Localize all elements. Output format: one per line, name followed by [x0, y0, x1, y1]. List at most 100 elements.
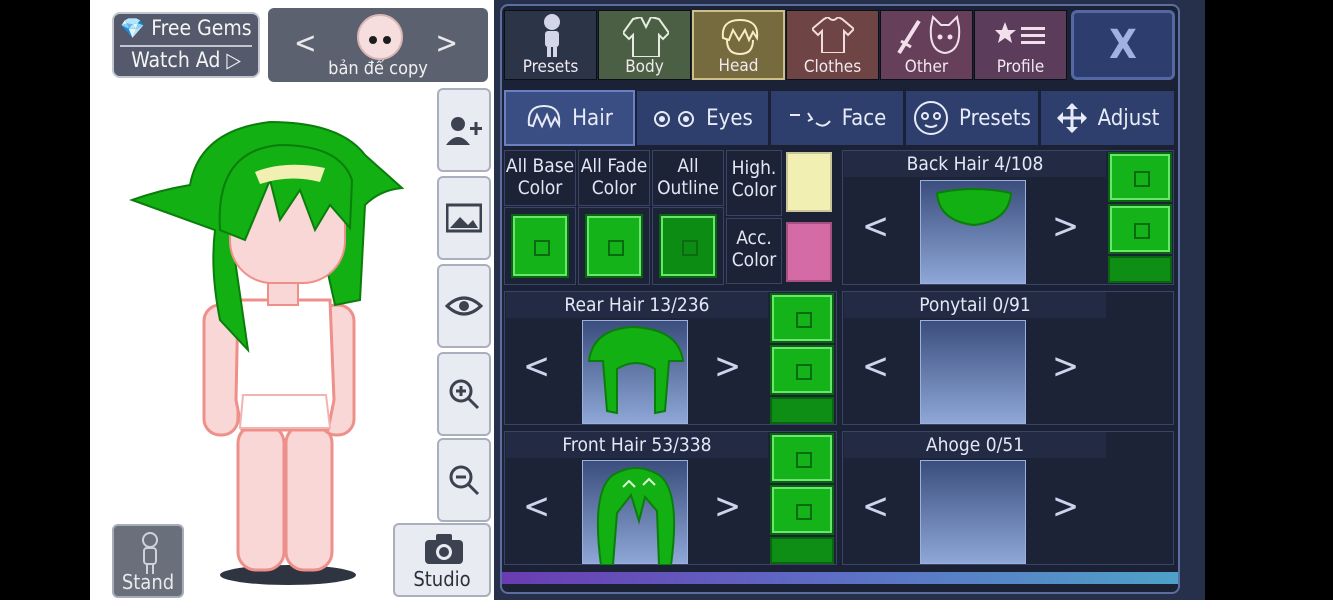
close-button[interactable]: X	[1071, 10, 1175, 80]
subtab-eyes[interactable]: Eyes	[636, 90, 769, 146]
eyes-icon	[654, 111, 695, 127]
tab-label: Presets	[522, 57, 579, 77]
front-hair-color-2[interactable]	[770, 485, 834, 535]
tab-label: Clothes	[803, 57, 862, 77]
camera-icon	[425, 534, 463, 564]
tab-label: Head	[718, 56, 759, 76]
back-hair-color-1[interactable]	[1108, 152, 1172, 202]
back-hair-thumbnail	[935, 188, 1013, 227]
ahoge-next-icon[interactable]: >	[1052, 486, 1079, 527]
ponytail-next-icon[interactable]: >	[1052, 346, 1079, 387]
subtab-label: Eyes	[706, 105, 753, 131]
tab-other[interactable]: Other	[880, 10, 973, 80]
all-fade-color-label: All Fade Color	[578, 150, 650, 206]
back-hair-color-3[interactable]	[1108, 256, 1172, 283]
stand-pose-button[interactable]: Stand	[112, 524, 184, 598]
slot-next-icon[interactable]: >	[435, 26, 458, 61]
all-outline-label: All Outline	[652, 150, 724, 206]
ponytail-title: Ponytail 0/91	[844, 292, 1106, 318]
subtab-label: Adjust	[1097, 105, 1160, 131]
ahoge-preview	[920, 460, 1026, 564]
background-button[interactable]	[437, 176, 491, 260]
add-character-button[interactable]	[437, 88, 491, 172]
zoom-in-icon	[449, 379, 480, 410]
subtab-presets[interactable]: Presets	[905, 90, 1039, 146]
rear-hair-color-2[interactable]	[770, 345, 834, 395]
free-gems-watch-ad-button[interactable]: 💎 Free Gems Watch Ad ▷	[112, 12, 260, 78]
ahoge-prev-icon[interactable]: <	[862, 486, 889, 527]
stand-label: Stand	[121, 570, 175, 594]
tab-presets[interactable]: Presets	[504, 10, 597, 80]
divider	[120, 45, 252, 47]
zoom-in-button[interactable]	[437, 352, 491, 436]
slot-prev-icon[interactable]: <	[294, 26, 317, 61]
rear-hair-prev-icon[interactable]: <	[523, 346, 550, 387]
subtab-face[interactable]: Face	[770, 90, 904, 146]
subtab-label: Hair	[572, 105, 613, 131]
slot-name: bản để copy	[328, 58, 428, 79]
move-arrows-icon	[1056, 103, 1087, 133]
standing-figure-icon	[142, 532, 158, 574]
character-shorts	[238, 394, 332, 429]
studio-button[interactable]: Studio	[393, 523, 491, 597]
toggle-view-button[interactable]	[437, 264, 491, 348]
figure-icon	[544, 14, 560, 57]
rear-hair-color-3[interactable]	[770, 397, 834, 424]
zoom-out-icon	[449, 465, 480, 496]
tab-label: Other	[904, 57, 949, 77]
character-shadow	[220, 565, 356, 585]
bottom-scroll-bar[interactable]	[502, 572, 1178, 584]
front-hair-prev-icon[interactable]: <	[523, 486, 550, 527]
character-leg-left	[236, 423, 286, 572]
front-hair-color-3[interactable]	[770, 537, 834, 564]
all-outline-swatch[interactable]	[659, 214, 717, 278]
all-fade-color-swatch[interactable]	[585, 214, 643, 278]
tab-body[interactable]: Body	[598, 10, 691, 80]
star-list-icon	[995, 22, 1045, 44]
watch-ad-label: Watch Ad ▷	[131, 48, 241, 72]
rear-hair-preview	[582, 320, 688, 424]
close-icon: X	[1109, 22, 1137, 68]
back-hair-preview	[920, 180, 1026, 284]
all-base-color-swatch[interactable]	[511, 214, 569, 278]
sword-cat-icon	[897, 15, 961, 55]
jacket-icon	[623, 17, 669, 57]
front-hair-color-1[interactable]	[770, 433, 834, 483]
add-person-icon	[446, 117, 482, 145]
eye-icon	[445, 296, 483, 316]
front-hair-next-icon[interactable]: >	[714, 486, 741, 527]
free-gems-label: Free Gems	[151, 16, 252, 40]
face-preset-icon	[914, 101, 949, 135]
studio-label: Studio	[413, 567, 471, 591]
face-features-icon	[789, 112, 831, 127]
accessory-color-label: Acc. Color	[726, 218, 782, 284]
rear-hair-thumbnail	[587, 325, 685, 415]
back-hair-color-2[interactable]	[1108, 204, 1172, 254]
back-hair-next-icon[interactable]: >	[1052, 206, 1079, 247]
tab-label: Body	[625, 57, 664, 77]
subtab-adjust[interactable]: Adjust	[1040, 90, 1175, 146]
gem-icon: 💎	[120, 16, 146, 40]
front-hair-title: Front Hair 53/338	[506, 432, 768, 458]
highlight-color-swatch[interactable]	[786, 152, 832, 212]
accessory-color-swatch[interactable]	[786, 222, 832, 282]
back-hair-title: Back Hair 4/108	[844, 151, 1106, 177]
front-hair-preview	[582, 460, 688, 566]
ponytail-prev-icon[interactable]: <	[862, 346, 889, 387]
rear-hair-color-1[interactable]	[770, 293, 834, 343]
hair-icon	[527, 104, 561, 129]
ponytail-preview	[920, 320, 1026, 424]
zoom-out-button[interactable]	[437, 438, 491, 522]
rear-hair-next-icon[interactable]: >	[714, 346, 741, 387]
subtab-label: Face	[841, 105, 887, 131]
subtab-hair[interactable]: Hair	[504, 90, 635, 146]
tab-profile[interactable]: Profile	[974, 10, 1067, 80]
tab-label: Profile	[996, 57, 1045, 77]
highlight-color-label: High. Color	[726, 150, 782, 216]
all-base-color-label: All Base Color	[504, 150, 576, 206]
tab-head[interactable]: Head	[692, 10, 785, 80]
rear-hair-title: Rear Hair 13/236	[506, 292, 768, 318]
tab-clothes[interactable]: Clothes	[786, 10, 879, 80]
character-preview	[129, 120, 405, 585]
back-hair-prev-icon[interactable]: <	[862, 206, 889, 247]
